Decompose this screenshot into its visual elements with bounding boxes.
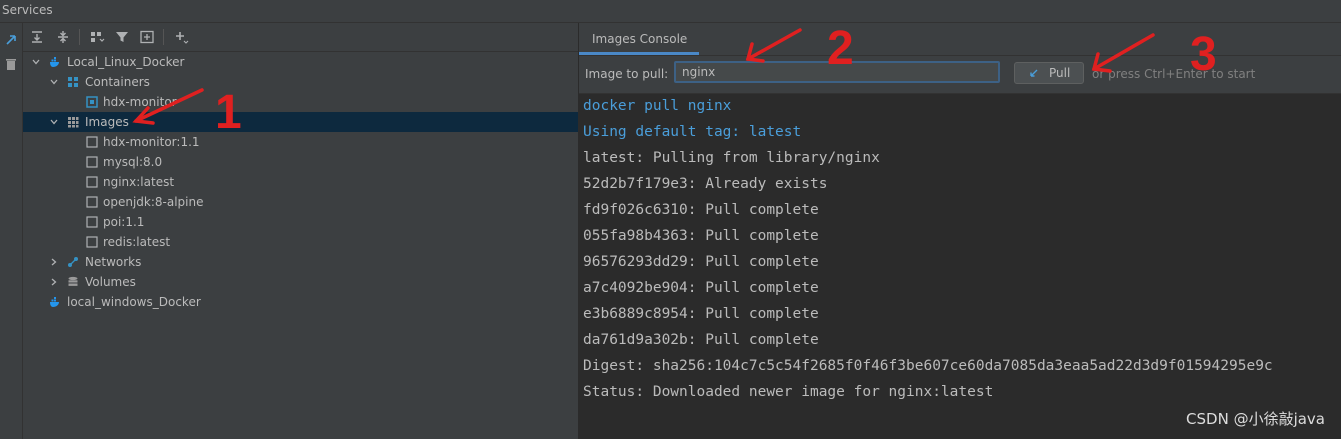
tab-bar: Images Console — [579, 23, 1341, 56]
tree-node-container-hdx-monitor[interactable]: hdx-monitor — [23, 92, 578, 112]
tree-node-image[interactable]: redis:latest — [23, 232, 578, 252]
tree-node-label: hdx-monitor — [103, 95, 177, 109]
chevron-right-icon[interactable] — [50, 278, 58, 286]
console-line: Status: Downloaded newer image for nginx… — [583, 384, 994, 400]
tree-node-label: openjdk:8-alpine — [103, 195, 204, 209]
tree-node-image[interactable]: nginx:latest — [23, 172, 578, 192]
console-line: Digest: sha256:104c7c5c54f2685f0f46f3be6… — [583, 358, 1273, 374]
tree-node-label: nginx:latest — [103, 175, 175, 189]
tree-node-local-linux-docker[interactable]: Local_Linux_Docker — [23, 52, 578, 72]
tree-node-volumes[interactable]: Volumes — [23, 272, 578, 292]
tree-node-image[interactable]: poi:1.1 — [23, 212, 578, 232]
tree-node-local-windows-docker[interactable]: local_windows_Docker — [23, 292, 578, 312]
tree-node-label: hdx-monitor:1.1 — [103, 135, 200, 149]
images-console-panel: Images Console Image to pull: Pull or pr… — [579, 23, 1341, 439]
console-line: 52d2b7f179e3: Already exists — [583, 176, 828, 192]
tree-node-label: Containers — [85, 75, 150, 89]
network-icon — [68, 257, 78, 267]
filter-icon[interactable] — [114, 29, 130, 45]
expand-all-icon[interactable] — [29, 29, 45, 45]
tree-node-label: mysql:8.0 — [103, 155, 163, 169]
image-to-pull-label: Image to pull: — [585, 67, 669, 81]
tree-node-networks[interactable]: Networks — [23, 252, 578, 272]
tree-node-images[interactable]: Images — [23, 112, 578, 132]
pull-hint: or press Ctrl+Enter to start — [1092, 67, 1256, 81]
chevron-right-icon[interactable] — [50, 258, 58, 266]
image-icon — [86, 176, 98, 188]
volume-icon — [68, 276, 78, 286]
image-icon — [86, 196, 98, 208]
expand-icon[interactable] — [4, 33, 18, 47]
tree-node-label: Volumes — [85, 275, 136, 289]
tab-images-console[interactable]: Images Console — [579, 23, 699, 55]
console-line: a7c4092be904: Pull complete — [583, 280, 819, 296]
pull-button-label: Pull — [1049, 66, 1071, 80]
tab-label: Images Console — [592, 32, 688, 46]
services-tree-panel: Local_Linux_Docker Containers hdx-monito… — [23, 23, 579, 439]
console-line: e3b6889c8954: Pull complete — [583, 306, 819, 322]
toolbar-separator — [163, 29, 164, 45]
pull-icon — [1030, 69, 1038, 77]
collapse-all-icon[interactable] — [55, 29, 71, 45]
pull-button[interactable]: Pull — [1014, 62, 1084, 84]
group-icon[interactable] — [89, 29, 105, 45]
console-output: docker pull nginx Using default tag: lat… — [579, 94, 1341, 439]
tree-node-image[interactable]: openjdk:8-alpine — [23, 192, 578, 212]
tree-node-label: Images — [85, 115, 129, 129]
tree-node-image[interactable]: mysql:8.0 — [23, 152, 578, 172]
chevron-down-icon[interactable] — [50, 78, 58, 86]
side-strip — [0, 23, 23, 439]
tree-toolbar — [23, 23, 578, 52]
tree-node-label: Local_Linux_Docker — [67, 55, 185, 69]
tree-node-label: Networks — [85, 255, 142, 269]
image-icon — [86, 216, 98, 228]
tree-node-image[interactable]: hdx-monitor:1.1 — [23, 132, 578, 152]
window-title: Services — [2, 3, 53, 17]
console-line: docker pull nginx — [583, 98, 732, 114]
new-tab-icon[interactable] — [139, 29, 155, 45]
console-line: 96576293dd29: Pull complete — [583, 254, 819, 270]
container-icon — [86, 96, 98, 108]
tree-node-label: redis:latest — [103, 235, 171, 249]
trash-icon[interactable] — [4, 57, 18, 71]
tree-node-label: poi:1.1 — [103, 215, 145, 229]
image-to-pull-input[interactable] — [674, 61, 1000, 83]
watermark: CSDN @小徐敲java — [1186, 410, 1325, 428]
console-line: da761d9a302b: Pull complete — [583, 332, 819, 348]
tree-node-containers[interactable]: Containers — [23, 72, 578, 92]
console-line: fd9f026c6310: Pull complete — [583, 202, 819, 218]
console-line: 055fa98b4363: Pull complete — [583, 228, 819, 244]
tree-node-label: local_windows_Docker — [67, 295, 201, 309]
grid-icon — [68, 77, 78, 87]
chevron-down-icon[interactable] — [50, 118, 58, 126]
docker-icon — [50, 297, 59, 307]
console-line: Using default tag: latest — [583, 124, 802, 140]
window-titlebar: Services — [0, 0, 1341, 23]
image-icon — [86, 136, 98, 148]
add-icon[interactable] — [173, 29, 189, 45]
toolbar-separator — [79, 29, 80, 45]
active-tab-indicator — [579, 52, 699, 55]
image-icon — [86, 156, 98, 168]
docker-icon — [50, 57, 59, 67]
console-line: latest: Pulling from library/nginx — [583, 150, 880, 166]
image-icon — [86, 236, 98, 248]
pull-bar: Image to pull: Pull or press Ctrl+Enter … — [579, 56, 1341, 94]
chevron-down-icon[interactable] — [32, 58, 40, 66]
grid-icon — [68, 117, 79, 128]
